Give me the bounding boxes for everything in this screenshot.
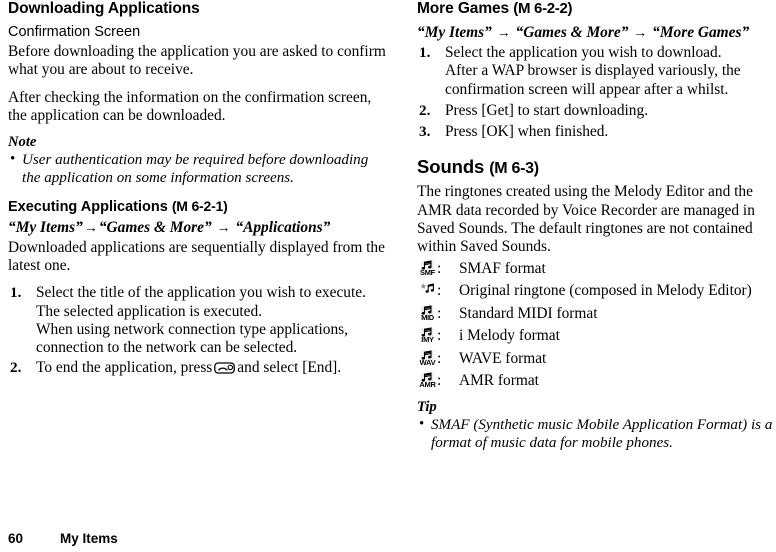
format-row-imelody: IMY : i Melody format (417, 327, 776, 350)
subheading-executing-applications: Executing Applications (M 6-2-1) (8, 197, 390, 216)
format-row-smaf: SMF : SMAF format (417, 260, 776, 283)
format-separator: : (437, 282, 442, 300)
format-label: AMR format (459, 372, 539, 390)
page-footer: 60 My Items (8, 531, 118, 547)
format-label: Original ringtone (composed in Melody Ed… (459, 282, 752, 300)
format-row-original-ringtone: : Original ringtone (composed in Melody … (417, 282, 776, 305)
menu-path-more-games: “My Items” → “Games & More” → “More Game… (417, 23, 776, 43)
executing-steps-list: 1. Select the title of the application y… (8, 284, 390, 376)
bullet-icon: • (10, 151, 16, 168)
format-row-amr: AMR : AMR format (417, 372, 776, 395)
page-title-downloading-applications: Downloading Applications (8, 0, 200, 17)
note-block: Note • User authentication may be requir… (8, 134, 390, 188)
more-games-menu-ref: (M 6-2-2) (513, 0, 573, 17)
arrow-icon: → (216, 220, 231, 236)
format-label: WAVE format (459, 349, 547, 367)
arrow-icon: → (633, 26, 648, 41)
step-subline: After a WAP browser is displayed various… (445, 62, 741, 98)
menu-path-part-3: “Applications” (235, 218, 331, 236)
format-icon-text: AMR (419, 380, 436, 390)
footer-page-number: 60 (8, 531, 24, 546)
executing-applications-menu-ref: (M 6-2-1) (171, 197, 228, 214)
step-item: 1. Select the title of the application y… (8, 284, 390, 357)
step-number: 1. (419, 44, 431, 61)
footer-section-name: My Items (60, 531, 118, 546)
manual-page: Downloading Applications Confirmation Sc… (0, 0, 776, 552)
step-item: 2. Press [Get] to start downloading. (417, 102, 776, 120)
format-icon-text: MID (421, 312, 434, 322)
bullet-icon: • (419, 415, 425, 432)
sound-format-list: SMF : SMAF format : Original ringtone (c… (417, 260, 776, 395)
format-label: Standard MIDI format (459, 304, 598, 322)
step-text: Select the title of the application you … (36, 284, 366, 302)
subheading-confirmation-screen: Confirmation Screen (8, 24, 141, 40)
more-games-steps-list: 1. Select the application you wish to do… (417, 44, 776, 141)
confirmation-paragraph-2: After checking the information on the co… (8, 88, 372, 124)
menu-path-part-1: “My Items” (417, 24, 492, 41)
right-column: More Games (M 6-2-2) “My Items” → “Games… (417, 0, 776, 461)
format-icon-text: SMF (420, 267, 435, 277)
menu-path-part-2: “Games & More” (98, 218, 212, 236)
step-number: 3. (419, 123, 431, 141)
step-text: Press [Get] to start downloading. (445, 101, 649, 119)
step-text-after-icon: and select [End]. (237, 358, 342, 376)
format-label: SMAF format (459, 259, 546, 277)
menu-path-part-3: “More Games” (652, 24, 750, 41)
format-separator: : (437, 349, 442, 367)
step-number: 1. (10, 284, 22, 302)
tip-title: Tip (417, 398, 437, 415)
arrow-icon: → (83, 220, 98, 236)
format-separator: : (437, 259, 442, 277)
tip-list-item: • SMAF (Synthetic music Mobile Applicati… (417, 416, 776, 453)
executing-applications-label: Executing Applications (8, 198, 168, 215)
more-games-label: More Games (417, 0, 510, 17)
note-list: • User authentication may be required be… (8, 151, 390, 188)
format-icon-text: IMY (421, 335, 434, 345)
step-subline: The selected application is executed. (36, 302, 263, 320)
original-ringtone-icon (419, 282, 436, 300)
menu-path-applications: “My Items”→“Games & More” → “Application… (8, 218, 390, 238)
left-column: Downloading Applications Confirmation Sc… (8, 0, 390, 378)
imelody-format-icon: IMY (419, 327, 436, 345)
step-item: 3. Press [OK] when finished. (417, 123, 776, 141)
confirmation-paragraph-1: Before downloading the application you a… (8, 43, 386, 79)
note-list-item: • User authentication may be required be… (8, 151, 390, 188)
sounds-paragraph: The ringtones created using the Melody E… (417, 183, 755, 256)
format-row-midi: MID : Standard MIDI format (417, 305, 776, 328)
amr-format-icon: AMR (419, 372, 436, 390)
step-item: 2. To end the application, press and sel… (8, 359, 390, 377)
tip-item-text: SMAF (Synthetic music Mobile Application… (431, 416, 773, 451)
wave-format-icon: WAV (419, 350, 436, 368)
step-text-with-key-icon: To end the application, press and select… (36, 359, 341, 376)
step-text: Press [OK] when finished. (445, 123, 609, 141)
step-text-before-icon: To end the application, press (36, 358, 213, 376)
sounds-label: Sounds (417, 156, 485, 178)
format-separator: : (437, 304, 442, 322)
note-item-text: User authentication may be required befo… (22, 152, 369, 187)
format-separator: : (437, 372, 442, 390)
format-icon-text: WAV (419, 357, 436, 367)
tip-block: Tip • SMAF (Synthetic music Mobile Appli… (417, 399, 776, 453)
step-number: 2. (10, 358, 22, 376)
smaf-format-icon: SMF (419, 260, 436, 278)
step-item: 1. Select the application you wish to do… (417, 44, 776, 99)
executing-intro-paragraph: Downloaded applications are sequentially… (8, 238, 385, 275)
tip-list: • SMAF (Synthetic music Mobile Applicati… (417, 416, 776, 453)
sounds-menu-ref: (M 6-3) (489, 160, 539, 178)
arrow-icon: → (496, 26, 511, 41)
format-label: i Melody format (459, 327, 560, 345)
menu-path-part-2: “Games & More” (515, 24, 629, 41)
page-title-more-games: More Games (M 6-2-2) (417, 0, 776, 18)
menu-path-part-1: “My Items” (8, 218, 83, 236)
format-row-wave: WAV : WAVE format (417, 350, 776, 373)
format-separator: : (437, 327, 442, 345)
page-title-sounds: Sounds (M 6-3) (417, 156, 776, 180)
step-text: Select the application you wish to downl… (445, 44, 722, 61)
end-call-key-icon (214, 361, 236, 374)
midi-format-icon: MID (419, 305, 436, 323)
step-number: 2. (419, 101, 431, 119)
step-subline: When using network connection type appli… (36, 320, 349, 357)
note-title: Note (8, 134, 37, 151)
